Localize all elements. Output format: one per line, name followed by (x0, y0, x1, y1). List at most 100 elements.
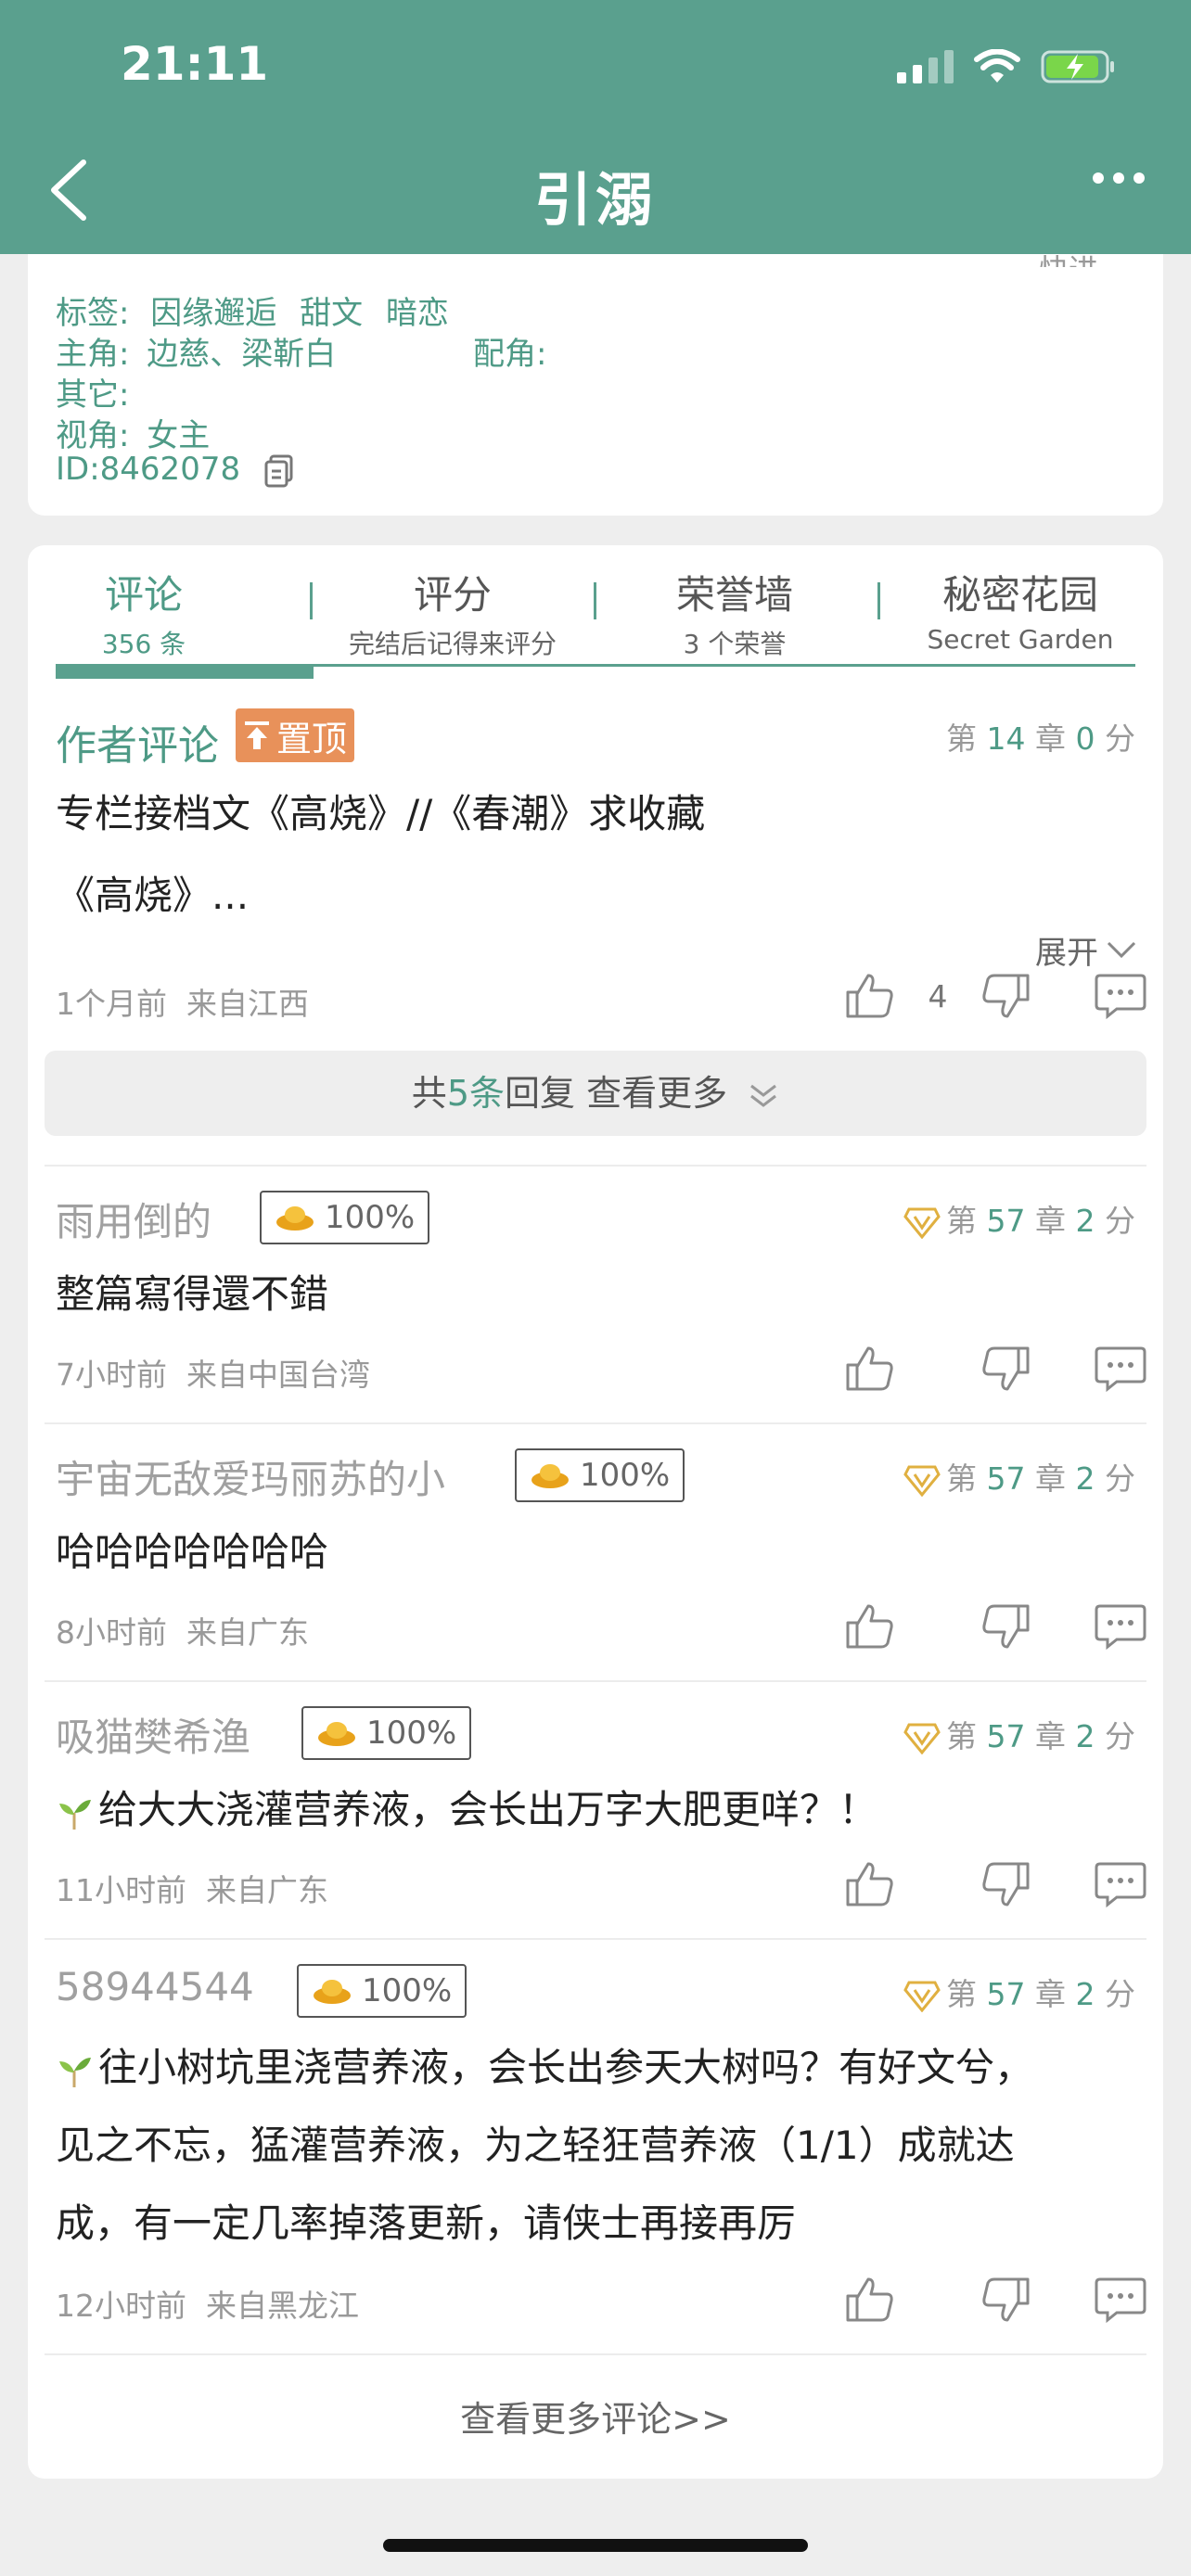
tab-sub: 356 条 (101, 629, 186, 659)
author-comment-line: 《高烧》... (56, 873, 250, 918)
commenter-name[interactable]: 雨用倒的 (56, 1191, 211, 1247)
author-comment-line: 专栏接档文《高烧》//《春潮》求收藏 (56, 791, 706, 836)
gold-ingot-icon (531, 1464, 569, 1488)
comment-text: 成，有一定几率掉落更新，请侠士再接再厉 (56, 2200, 797, 2246)
double-chevron-down-icon (750, 1084, 777, 1107)
dislike-icon[interactable] (980, 1600, 1031, 1652)
like-icon[interactable] (844, 1343, 896, 1395)
tag-item[interactable]: 因缘邂逅 (150, 295, 276, 332)
nutrient-badge: 100% (515, 1448, 685, 1502)
dislike-icon[interactable] (980, 1858, 1031, 1910)
reply-icon[interactable] (1095, 970, 1146, 1022)
tab-secret-garden[interactable]: 秘密花园 Secret Garden (881, 564, 1159, 655)
dislike-icon[interactable] (980, 1343, 1031, 1395)
sprout-icon (59, 2057, 91, 2087)
like-count: 4 (928, 977, 948, 1014)
tab-label: 评分 (413, 572, 492, 618)
reply-icon[interactable] (1095, 1600, 1146, 1652)
comment-text-row: 往小树坑里浇营养液，会长出参天大树吗？有好文兮， (56, 2036, 1033, 2093)
dislike-icon[interactable] (980, 2274, 1031, 2326)
comment-meta: 8小时前 来自广东 (56, 1614, 309, 1651)
chapter-score: 第 14 章 0 分 (946, 721, 1135, 757)
clipped-text: 快进 (1039, 247, 1098, 267)
divider (45, 2353, 1146, 2355)
nutrient-badge: 100% (297, 1964, 467, 2018)
tab-label: 评论 (104, 572, 183, 618)
gold-ingot-icon (276, 1206, 314, 1231)
view-more-comments-link[interactable]: 查看更多评论>> (28, 2391, 1163, 2442)
app-header: 21:11 引溺 (0, 0, 1191, 254)
tab-sub: Secret Garden (927, 624, 1114, 655)
comment-meta: 7小时前 来自中国台湾 (56, 1357, 370, 1393)
chapter-score: 第 57 章 2 分 (903, 1712, 1135, 1756)
author-comment-label: 作者评论 (56, 722, 219, 770)
leads-value: 边慈、梁靳白 (147, 336, 337, 373)
divider (45, 1165, 1146, 1167)
comment-text: 给大大浇灌营养液，会长出万字大肥更咩？！ (98, 1787, 878, 1832)
reply-icon[interactable] (1095, 2274, 1146, 2326)
like-icon[interactable] (844, 1600, 896, 1652)
support-label: 配角: (473, 336, 547, 373)
sprout-icon (59, 1799, 91, 1830)
like-icon[interactable] (844, 1858, 896, 1910)
commenter-name[interactable]: 吸猫樊希渔 (56, 1706, 250, 1763)
gem-icon (903, 1207, 941, 1239)
view-replies-button[interactable]: 共5条回复 查看更多 (45, 1051, 1146, 1136)
gold-ingot-icon (318, 1722, 355, 1746)
tab-label: 荣誉墙 (675, 572, 793, 618)
tab-rating[interactable]: 评分 完结后记得来评分 (314, 564, 592, 661)
tags-row: 标签: 因缘邂逅 甜文 暗恋 (56, 287, 449, 333)
expand-label: 展开 (1035, 935, 1098, 972)
comment-text: 哈哈哈哈哈哈哈 (56, 1529, 329, 1575)
chapter-score: 第 57 章 2 分 (903, 1196, 1135, 1241)
active-tab-indicator (56, 664, 314, 679)
gold-ingot-icon (314, 1980, 351, 2004)
reply-icon[interactable] (1095, 1858, 1146, 1910)
tab-comments[interactable]: 评论 356 条 (56, 564, 232, 661)
comment-text-row: 给大大浇灌营养液，会长出万字大肥更咩？！ (56, 1779, 877, 1835)
dislike-icon[interactable] (980, 970, 1031, 1022)
comment-text: 往小树坑里浇营养液，会长出参天大树吗？有好文兮， (98, 2045, 1034, 2090)
more-options-icon[interactable] (1093, 172, 1145, 184)
gem-icon (903, 1981, 941, 2012)
other-label: 其它: (56, 376, 130, 414)
commenter-name[interactable]: 58944544 (56, 1964, 254, 2009)
comment-actions (844, 1600, 1146, 1652)
pinned-badge: 置顶 (236, 708, 355, 762)
status-icons (897, 48, 1117, 85)
tab-label: 秘密花园 (941, 572, 1098, 618)
like-icon[interactable] (844, 970, 896, 1022)
home-indicator[interactable] (383, 2539, 808, 2552)
divider (45, 1938, 1146, 1940)
pov-row: 视角: 女主 (56, 410, 210, 455)
expand-button[interactable]: 展开 (1035, 927, 1137, 973)
reply-icon[interactable] (1095, 1343, 1146, 1395)
comment-meta: 1个月前 来自江西 (56, 986, 309, 1022)
leads-row: 主角: 边慈、梁靳白 (56, 328, 336, 374)
tags-label: 标签: (56, 295, 130, 332)
tag-item[interactable]: 暗恋 (386, 295, 449, 332)
comment-text: 整篇寫得還不錯 (56, 1271, 329, 1317)
battery-charging-icon (1041, 50, 1114, 83)
tab-separator (877, 582, 880, 619)
tab-separator (310, 582, 313, 619)
tab-honor-wall[interactable]: 荣誉墙 3 个荣誉 (596, 564, 874, 661)
tab-sub: 3 个荣誉 (683, 629, 787, 659)
chapter-score: 第 57 章 2 分 (903, 1970, 1135, 2014)
like-icon[interactable] (844, 2274, 896, 2326)
pov-value: 女主 (147, 417, 211, 454)
comment-meta: 12小时前 来自黑龙江 (56, 2288, 359, 2324)
nutrient-badge: 100% (301, 1706, 472, 1760)
page-title: 引溺 (533, 166, 657, 234)
status-time: 21:11 (121, 37, 269, 91)
tag-item[interactable]: 甜文 (300, 295, 363, 332)
leads-label: 主角: (56, 336, 130, 373)
comments-card: 评论 356 条 评分 完结后记得来评分 荣誉墙 3 个荣誉 秘密花园 Secr… (28, 545, 1163, 2479)
comment-actions (844, 2274, 1146, 2326)
chapter-score: 第 57 章 2 分 (903, 1454, 1135, 1498)
commenter-name[interactable]: 宇宙无敌爱玛丽苏的小 (56, 1448, 445, 1505)
pin-top-icon (245, 721, 269, 749)
gem-icon (903, 1723, 941, 1754)
copy-icon[interactable] (263, 454, 295, 488)
wifi-icon (974, 49, 1020, 83)
